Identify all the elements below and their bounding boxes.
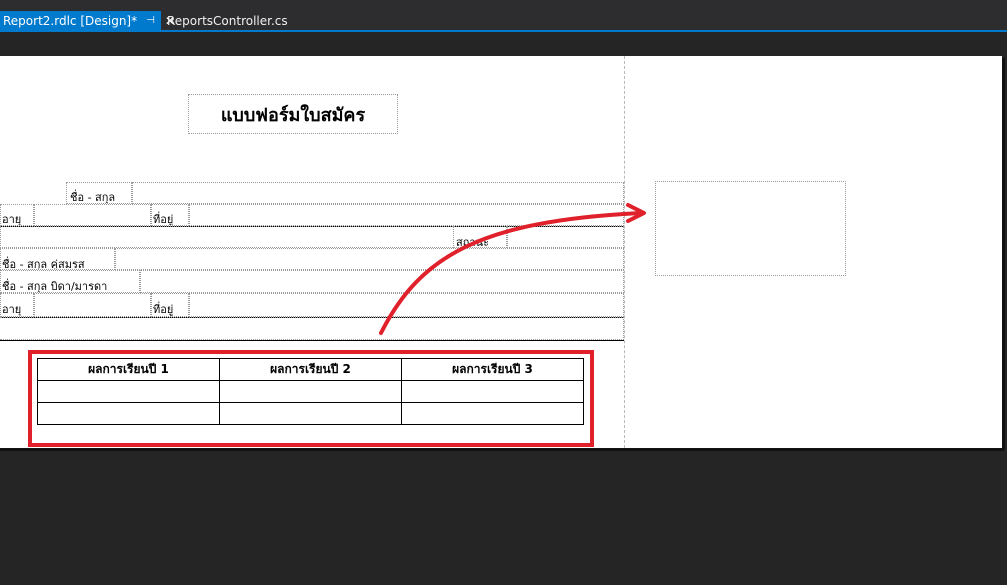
textbox-extra-row[interactable]	[0, 317, 624, 340]
textbox-spouse-label[interactable]: ชื่อ - สกุล คู่สมรส	[0, 248, 115, 270]
textbox-name-label[interactable]: ชื่อ - สกุล	[66, 182, 132, 204]
textbox-status-spacer[interactable]	[0, 226, 453, 248]
tab-reportscontroller[interactable]: ReportsController.cs	[161, 11, 288, 30]
textbox-name-value[interactable]	[132, 182, 624, 204]
tab-label: ReportsController.cs	[167, 13, 288, 28]
textbox-parent-age-value[interactable]	[34, 293, 151, 317]
textbox-parent-age-label[interactable]: อายุ	[0, 293, 34, 317]
annotation-highlight-box	[28, 350, 594, 447]
textbox-status-value[interactable]	[507, 226, 624, 248]
textbox-address-label[interactable]: ที่อยู่	[151, 204, 189, 226]
textbox-age-label[interactable]: อายุ	[0, 204, 34, 226]
report-title: แบบฟอร์มใบสมัคร	[220, 104, 366, 126]
document-tab-strip: Report2.rdlc [Design]* ⊣ ✕ ReportsContro…	[0, 0, 1007, 30]
textbox-parent-address-label[interactable]: ที่อยู่	[151, 293, 189, 317]
textbox-parent-address-value[interactable]	[189, 293, 624, 317]
textbox-address-value[interactable]	[189, 204, 624, 226]
textbox-parent-label[interactable]: ชื่อ - สกุล บิดา/มารดา	[0, 270, 140, 293]
report-body-edge[interactable]	[624, 56, 625, 448]
report-design-surface[interactable]: แบบฟอร์มใบสมัคร ชื่อ - สกุล อายุ ที่อยู่…	[0, 56, 1002, 448]
textbox-spouse-value[interactable]	[115, 248, 624, 270]
tab-underline	[0, 30, 1007, 32]
report-title-textbox[interactable]: แบบฟอร์มใบสมัคร	[188, 94, 398, 134]
surface-shadow	[0, 448, 1004, 451]
surface-shadow	[1002, 58, 1005, 450]
textbox-parent-value[interactable]	[140, 270, 624, 293]
tab-report2-design[interactable]: Report2.rdlc [Design]* ⊣ ✕	[0, 11, 175, 30]
textbox-age-value[interactable]	[34, 204, 151, 226]
row-divider	[0, 340, 624, 341]
target-placeholder-box[interactable]	[655, 181, 846, 276]
pin-icon[interactable]: ⊣	[146, 15, 155, 26]
textbox-status-label[interactable]: สถานะ	[453, 226, 507, 248]
tab-label: Report2.rdlc [Design]*	[3, 13, 138, 28]
